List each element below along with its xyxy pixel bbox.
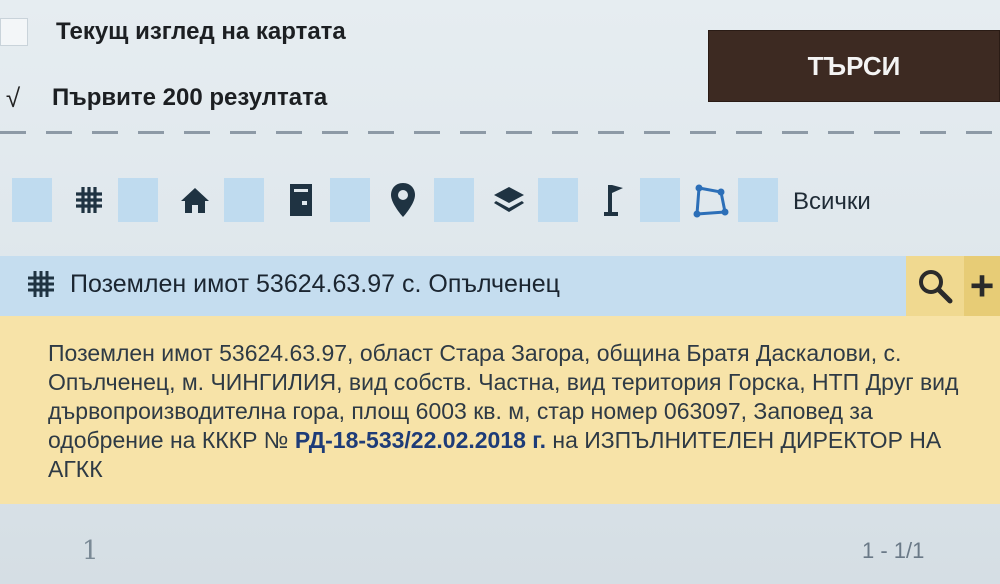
filter-toggle-home[interactable]	[118, 178, 158, 222]
filter-toggle-layers[interactable]	[434, 178, 474, 222]
grid-icon[interactable]	[64, 178, 114, 222]
result-details-text: Поземлен имот 53624.63.97, област Стара …	[48, 339, 968, 484]
search-button[interactable]: ТЪРСИ	[708, 30, 1000, 102]
filter-toggle-flag[interactable]	[538, 178, 578, 222]
add-plus-icon[interactable]: +	[964, 256, 1000, 316]
zoom-search-icon[interactable]	[906, 256, 964, 316]
filter-toggle-pin[interactable]	[330, 178, 370, 222]
grid-icon	[26, 269, 56, 304]
layers-icon[interactable]	[484, 178, 534, 222]
filter-all-label[interactable]: Всички	[793, 188, 871, 216]
home-icon[interactable]	[170, 178, 220, 222]
result-title[interactable]: Поземлен имот 53624.63.97 с. Опълченец	[70, 270, 560, 299]
option-current-view[interactable]: Текущ изглед на картата	[0, 18, 346, 46]
first-200-label: Първите 200 резултата	[52, 84, 328, 111]
flag-icon[interactable]	[588, 178, 638, 222]
current-view-checkbox[interactable]	[0, 18, 28, 46]
pagination-count: 1 - 1/1	[862, 538, 925, 563]
first-200-checkbox[interactable]: √	[0, 85, 26, 111]
map-pin-icon[interactable]	[378, 178, 428, 222]
polygon-icon[interactable]	[686, 178, 736, 222]
option-first-200[interactable]: √ Първите 200 резултата	[0, 84, 327, 112]
filter-toggle-building[interactable]	[224, 178, 264, 222]
filter-toolbar: Всички	[0, 178, 1000, 224]
pagination-page-1[interactable]: 1	[82, 536, 99, 566]
filter-toggle-all[interactable]	[738, 178, 778, 222]
filter-toggle-polygon[interactable]	[640, 178, 680, 222]
result-item-header[interactable]: Поземлен имот 53624.63.97 с. Опълченец +	[0, 256, 1000, 316]
order-number-link[interactable]: РД-18-533/22.02.2018 г.	[295, 427, 546, 453]
current-view-label: Текущ изглед на картата	[56, 18, 346, 45]
dashed-divider	[0, 131, 1000, 134]
filter-toggle-grid[interactable]	[12, 178, 52, 222]
building-icon[interactable]	[276, 178, 326, 222]
result-details: Поземлен имот 53624.63.97, област Стара …	[0, 316, 1000, 504]
